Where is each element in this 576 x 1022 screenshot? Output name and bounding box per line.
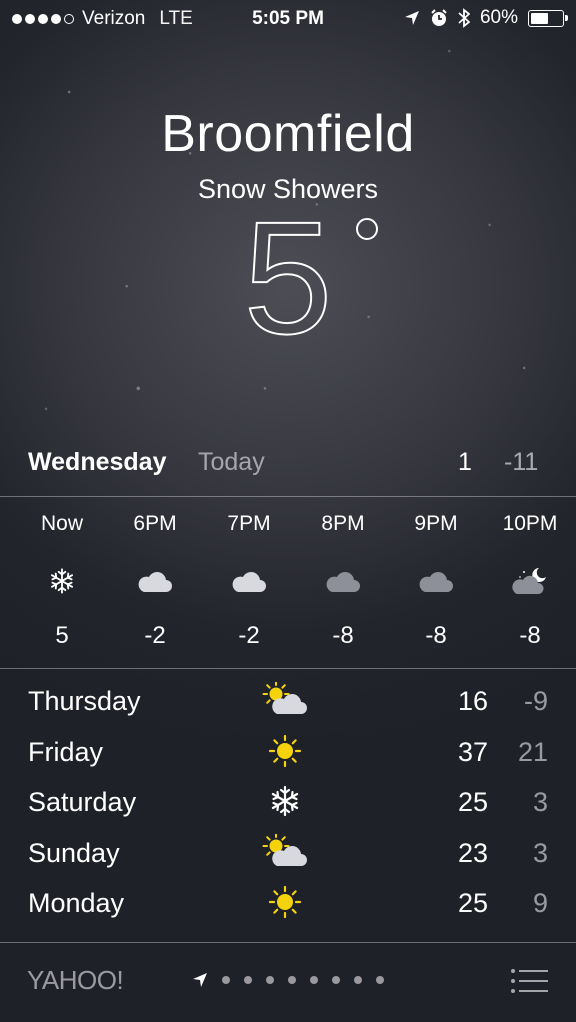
hourly-temp: -8: [519, 622, 541, 649]
daily-row: Thursday 16 -9: [0, 680, 576, 732]
page-dot[interactable]: [310, 976, 318, 984]
current-temperature: 5: [0, 197, 576, 359]
location-arrow-icon: [404, 11, 419, 25]
alarm-clock-icon: [431, 9, 447, 26]
daily-row: Saturday 25 3: [0, 783, 576, 833]
cloud-icon: [325, 566, 361, 596]
daily-high: 16: [457, 686, 488, 716]
status-bar: Verizon LTE 5:05 PM 60%: [0, 0, 576, 40]
daily-low: 9: [532, 888, 548, 918]
today-low: -11: [504, 448, 539, 476]
hourly-time: 6PM: [133, 512, 177, 535]
battery-percent: 60%: [479, 7, 518, 28]
today-label: Today: [198, 448, 265, 476]
divider-bottom: [0, 942, 576, 943]
list-icon[interactable]: [510, 968, 548, 994]
daily-low: 3: [532, 787, 548, 817]
daily-low: -9: [523, 686, 548, 716]
daily-day: Monday: [28, 888, 125, 918]
daily-day: Saturday: [28, 787, 137, 817]
divider-middle: [0, 668, 576, 669]
bluetooth-icon: [458, 8, 470, 28]
page-dot[interactable]: [266, 976, 274, 984]
cloud-icon: [231, 566, 267, 596]
temperature-value: 5: [243, 188, 334, 367]
cloud-icon: [418, 566, 454, 596]
carrier-name: Verizon: [82, 8, 146, 29]
page-dot[interactable]: [288, 976, 296, 984]
battery-icon: [528, 9, 568, 27]
page-dot[interactable]: [244, 976, 252, 984]
snowflake-icon: [44, 566, 80, 596]
status-left: Verizon LTE: [12, 8, 193, 30]
daily-day: Friday: [28, 736, 104, 767]
daily-row: Monday 25 9: [0, 884, 576, 934]
page-dot[interactable]: [376, 976, 384, 984]
hourly-time: 8PM: [321, 512, 365, 535]
page-dot[interactable]: [222, 976, 230, 984]
page-dot[interactable]: [332, 976, 340, 984]
signal-strength-icon: [12, 14, 74, 24]
daily-row: Friday 37 21: [0, 733, 576, 783]
page-dot[interactable]: [354, 976, 362, 984]
divider-top: [0, 496, 576, 497]
hourly-temp: -8: [332, 622, 354, 649]
hourly-time: 10PM: [502, 512, 558, 535]
hourly-forecast[interactable]: Now 5 6PM -2 7PM -2 8PM -8 9PM -8 10PM -8: [0, 512, 576, 662]
daily-high: 37: [457, 736, 488, 767]
daily-high: 25: [457, 888, 488, 918]
daily-day: Sunday: [28, 837, 120, 868]
yahoo-logo[interactable]: YAHOO!: [27, 965, 124, 996]
daily-row: Sunday 23 3: [0, 832, 576, 884]
snowflake-icon: [262, 783, 308, 819]
daily-day: Thursday: [28, 686, 141, 716]
sun-icon: [262, 884, 308, 920]
partly-cloudy-icon: [262, 832, 308, 870]
daily-high: 23: [457, 837, 488, 868]
hourly-temp: -2: [238, 622, 260, 649]
today-high: 1: [458, 448, 472, 476]
footer-toolbar: YAHOO!: [0, 944, 576, 1022]
status-right: 60%: [404, 7, 568, 29]
hourly-time: 7PM: [227, 512, 271, 535]
daily-low: 3: [532, 837, 548, 868]
today-summary: Wednesday Today 1 -11: [0, 448, 576, 482]
daily-high: 25: [457, 787, 488, 817]
partly-cloudy-night-icon: [512, 566, 548, 596]
partly-cloudy-icon: [262, 680, 308, 718]
hourly-temp: -2: [144, 622, 166, 649]
page-indicator[interactable]: [192, 972, 384, 988]
location-arrow-icon: [193, 973, 207, 987]
sun-icon: [262, 733, 308, 769]
hourly-time: Now: [40, 512, 83, 535]
daily-low: 21: [517, 736, 548, 767]
hourly-time: 9PM: [414, 512, 458, 535]
today-day-name: Wednesday: [28, 448, 167, 476]
cloud-icon: [137, 566, 173, 596]
hourly-temp: -8: [425, 622, 447, 649]
city-name: Broomfield: [161, 105, 415, 163]
hourly-temp: 5: [55, 622, 69, 649]
network-type: LTE: [159, 8, 193, 29]
